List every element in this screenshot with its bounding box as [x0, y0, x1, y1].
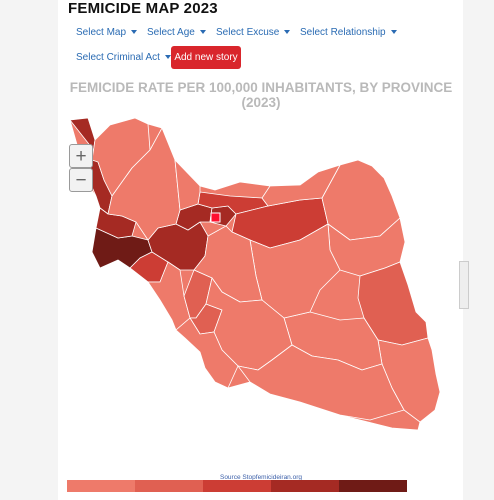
scrollbar[interactable]	[459, 261, 469, 309]
tehran-marker[interactable]	[210, 212, 221, 223]
legend-swatch-3	[203, 480, 271, 492]
legend-swatch-1	[67, 480, 135, 492]
zoom-out-button[interactable]: −	[69, 168, 93, 192]
zoom-in-button[interactable]: +	[69, 144, 93, 168]
legend-swatch-2	[135, 480, 203, 492]
legend-swatch-4	[271, 480, 339, 492]
legend-color-scale	[67, 480, 407, 492]
province-map	[69, 117, 441, 431]
legend-swatch-5	[339, 480, 407, 492]
